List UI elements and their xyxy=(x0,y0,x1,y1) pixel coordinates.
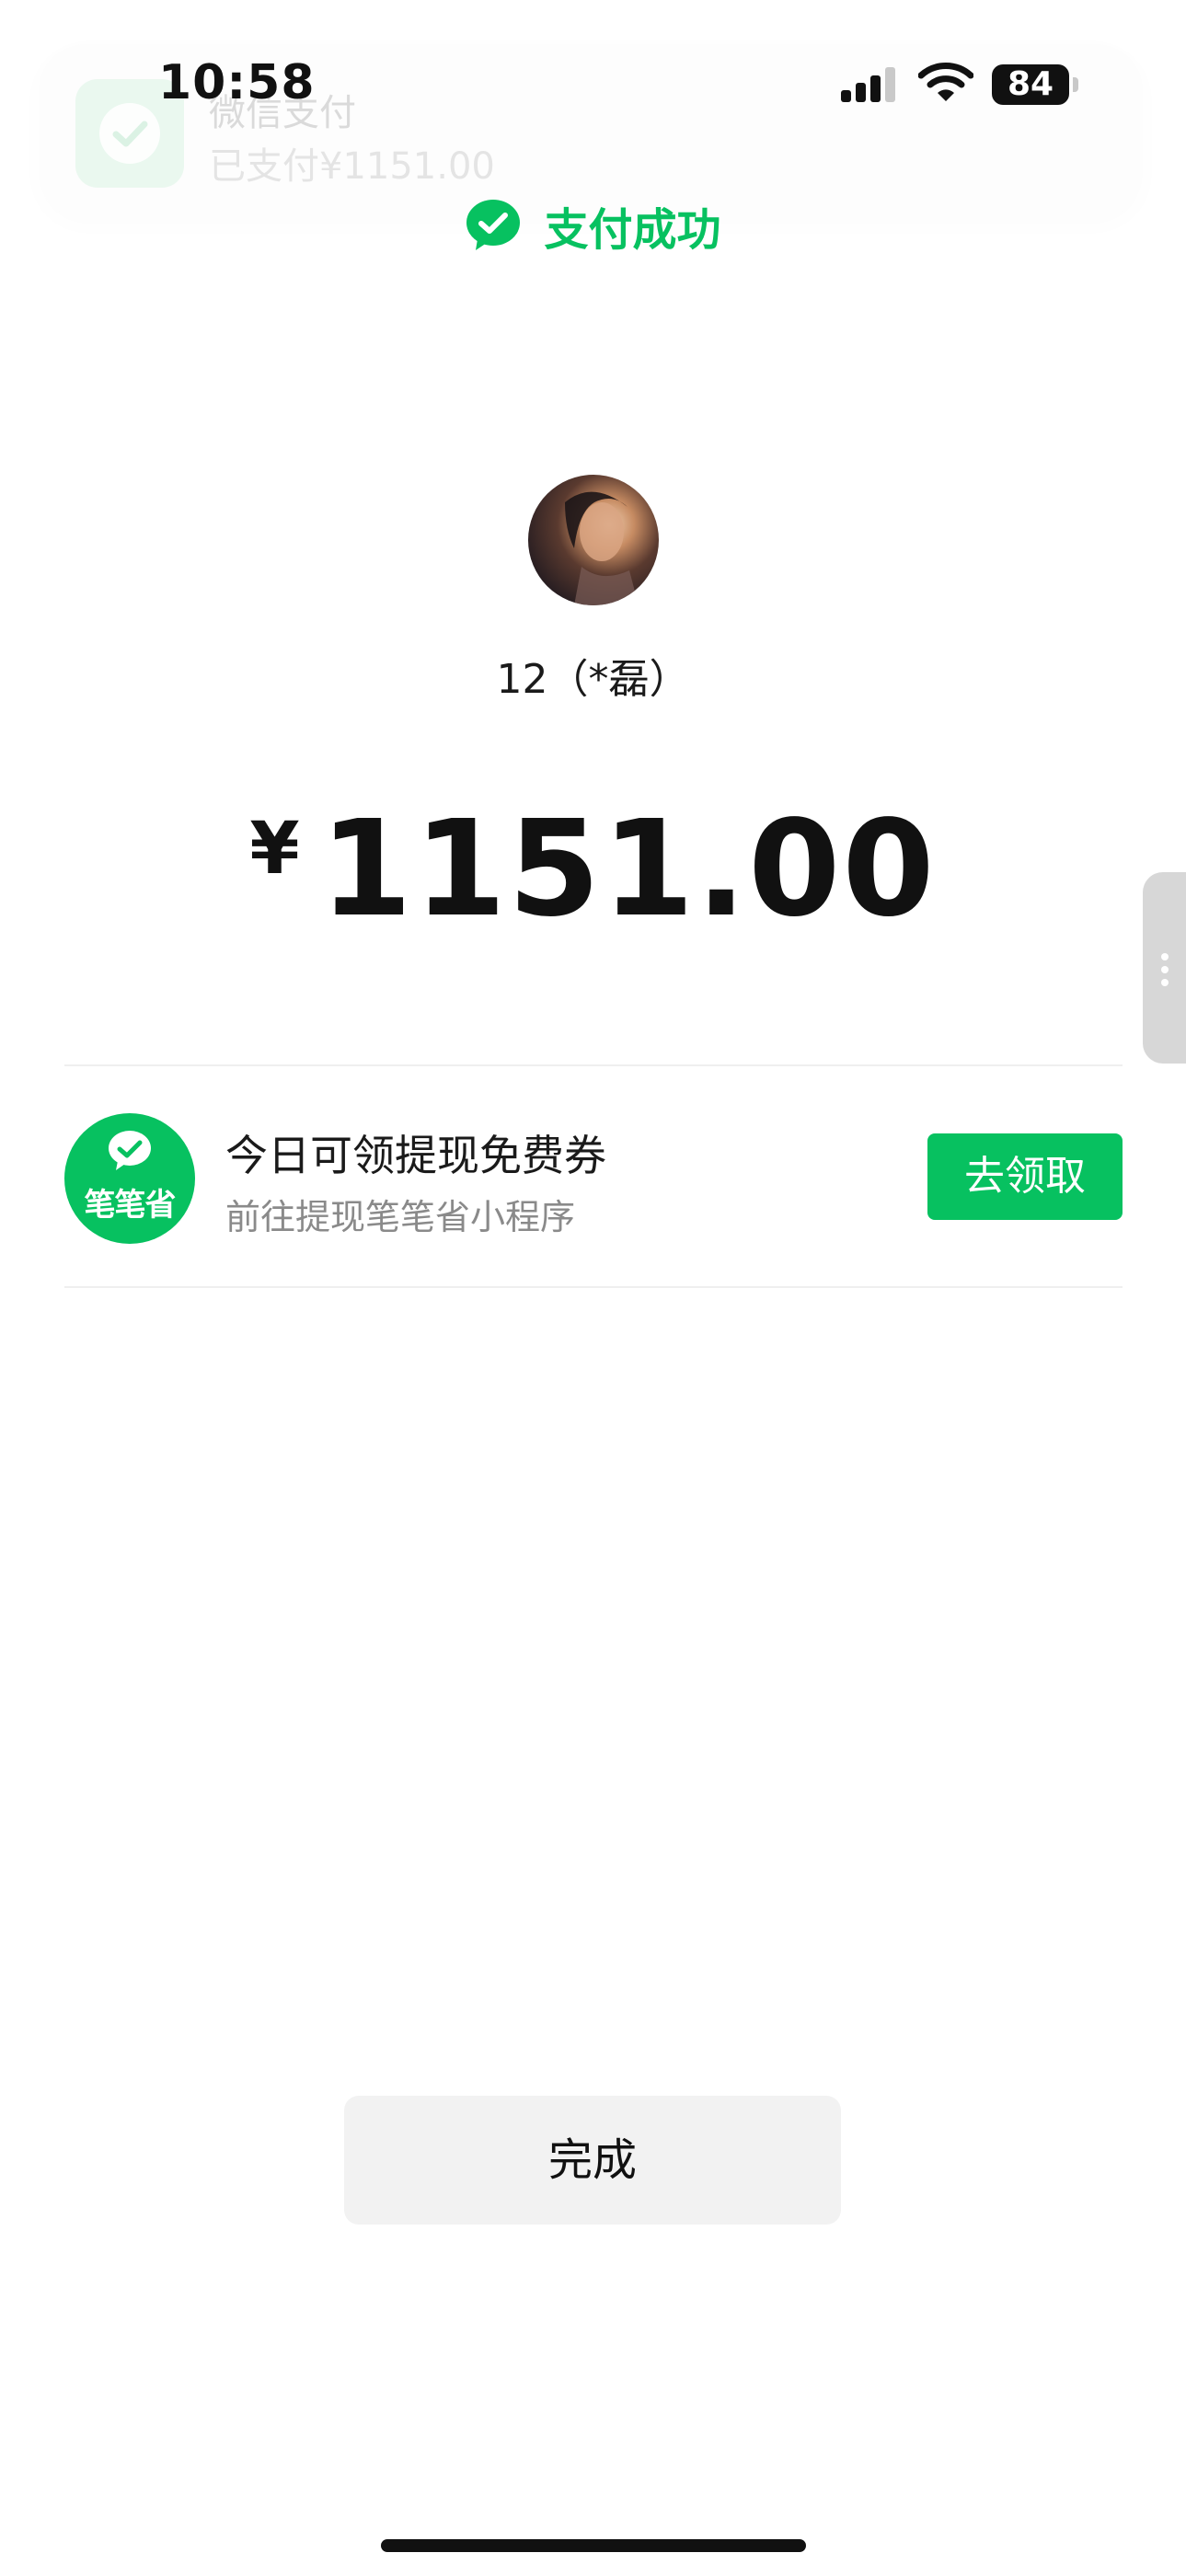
home-indicator[interactable] xyxy=(381,2539,806,2552)
battery-tip xyxy=(1073,77,1078,92)
success-check-icon xyxy=(466,200,521,250)
divider xyxy=(64,1286,1123,1288)
handle-dot xyxy=(1161,966,1169,973)
handle-dot xyxy=(1161,979,1169,986)
success-header: 支付成功 xyxy=(0,193,1186,258)
handle-dot xyxy=(1161,953,1169,960)
promo-title[interactable]: 今日可领提现免费券 xyxy=(225,1122,606,1183)
bibisheng-logo-icon[interactable]: 笔笔省 xyxy=(64,1113,195,1244)
payee-name: 12（*磊） xyxy=(496,656,690,703)
notification-subtitle: 已支付¥1151.00 xyxy=(209,145,495,188)
claim-coupon-button[interactable]: 去领取 xyxy=(927,1133,1123,1220)
payment-amount: ¥1151.00 xyxy=(0,791,1186,946)
side-drawer-handle[interactable] xyxy=(1143,872,1186,1064)
cellular-signal-icon xyxy=(839,66,900,107)
wifi-icon xyxy=(917,61,974,107)
status-time: 10:58 xyxy=(158,55,316,110)
success-status-text: 支付成功 xyxy=(544,204,721,256)
battery-indicator: 84 xyxy=(992,64,1069,105)
done-button[interactable]: 完成 xyxy=(344,2096,841,2225)
avatar xyxy=(528,475,659,605)
payment-success-screen: 微信支付 已支付¥1151.00 10:58 84 支付成功 12（*磊） ¥ … xyxy=(0,0,1186,2576)
currency-symbol: ¥ xyxy=(249,808,300,891)
amount-value: 1151.00 xyxy=(319,791,937,946)
promo-subtitle: 前往提现笔笔省小程序 xyxy=(225,1197,576,1237)
divider xyxy=(64,1064,1123,1066)
logo-text: 笔笔省 xyxy=(84,1187,177,1224)
